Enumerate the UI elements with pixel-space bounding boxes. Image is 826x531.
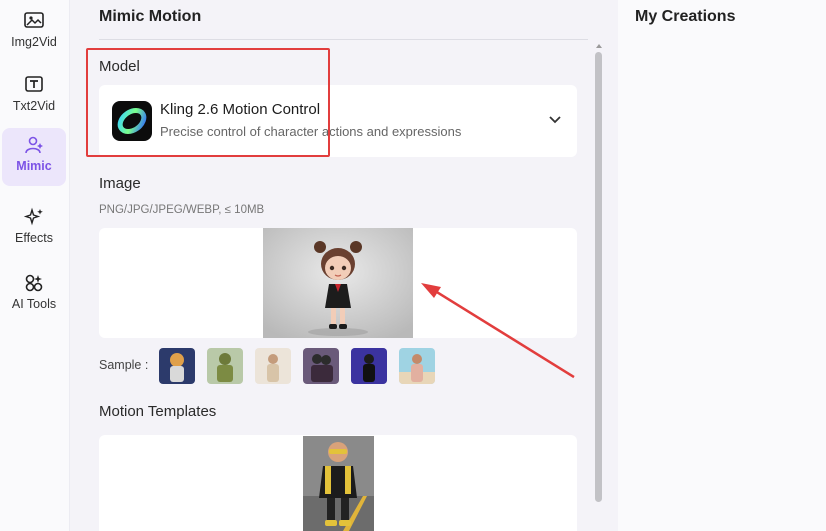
nav-item-mimic[interactable]: Mimic <box>2 128 66 186</box>
text-video-icon <box>25 76 43 92</box>
uploaded-image-preview <box>263 228 413 338</box>
sample-label: Sample : <box>99 358 149 372</box>
sample-thumb[interactable] <box>351 348 387 384</box>
sample-thumb[interactable] <box>399 348 435 384</box>
sample-thumb[interactable] <box>255 348 291 384</box>
nav-label-effects: Effects <box>15 231 53 245</box>
sample-thumb[interactable] <box>303 348 339 384</box>
panel-scrollbar[interactable] <box>594 44 604 531</box>
nav-item-img2vid[interactable]: Img2Vid <box>2 4 66 62</box>
title-divider <box>99 39 588 40</box>
model-highlight-box <box>86 48 330 157</box>
sample-thumb[interactable] <box>207 348 243 384</box>
nav-item-ai-tools[interactable]: AI Tools <box>2 266 66 324</box>
side-navigation: Img2Vid Txt2Vid Mimic Effects AI Tools <box>0 0 70 531</box>
sample-thumb[interactable] <box>159 348 195 384</box>
motion-template-preview <box>303 436 374 531</box>
panel-title: Mimic Motion <box>99 8 202 25</box>
image-section-label: Image <box>99 175 141 192</box>
apps-icon <box>25 274 43 292</box>
image-video-icon <box>24 12 44 28</box>
chevron-down-icon[interactable] <box>548 113 562 127</box>
image-format-hint: PNG/JPG/JPEG/WEBP, ≤ 10MB <box>99 204 265 216</box>
scroll-thumb[interactable] <box>595 52 602 502</box>
nav-item-txt2vid[interactable]: Txt2Vid <box>2 68 66 126</box>
my-creations-title: My Creations <box>635 8 736 25</box>
nav-label-txt2vid: Txt2Vid <box>12 99 56 113</box>
sparkles-icon <box>23 207 43 226</box>
nav-label-ai-tools: AI Tools <box>11 297 57 311</box>
person-sparkle-icon <box>25 136 43 154</box>
nav-label-img2vid: Img2Vid <box>11 35 57 49</box>
scroll-up-arrow-icon[interactable] <box>596 44 602 48</box>
nav-label-mimic: Mimic <box>16 159 52 173</box>
nav-item-effects[interactable]: Effects <box>2 200 66 258</box>
my-creations-panel <box>618 0 826 531</box>
motion-templates-label: Motion Templates <box>99 403 217 420</box>
